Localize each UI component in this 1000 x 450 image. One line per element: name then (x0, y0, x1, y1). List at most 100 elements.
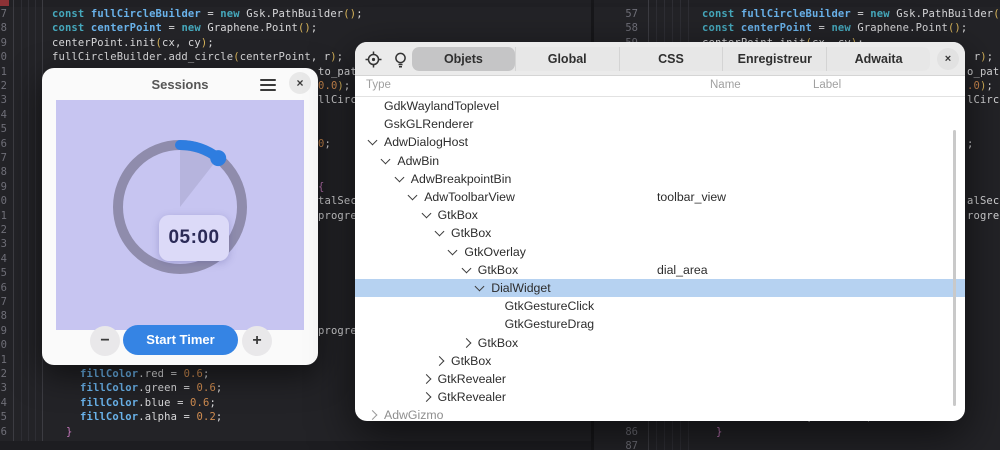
left-line-numbers: 5758596061626364656667686970717273747576… (0, 0, 10, 450)
tree-row-gtkrevealer[interactable]: GtkRevealer (355, 370, 965, 388)
line-number: 75 (0, 267, 7, 279)
tree-row-dialwidget[interactable]: DialWidget (355, 279, 965, 297)
line-number: 83 (0, 382, 7, 394)
code-line: talSec (318, 195, 357, 208)
timer-dial-area[interactable]: 05:00 (56, 100, 304, 330)
scrollbar-thumb[interactable] (953, 130, 956, 406)
code-line: progre (318, 325, 357, 338)
tab-css[interactable]: CSS (619, 47, 723, 71)
tree-row-gtkgesturedrag[interactable]: GtkGestureDrag (355, 315, 965, 333)
menu-icon[interactable] (260, 79, 276, 91)
code-line: { (318, 181, 324, 194)
tree-row-gtkrevealer[interactable]: GtkRevealer (355, 388, 965, 406)
widget-type-label: GtkRevealer (438, 390, 506, 404)
lightbulb-icon[interactable] (392, 51, 409, 68)
gutter-separator (13, 0, 14, 450)
tab-objets[interactable]: Objets (412, 47, 515, 71)
pick-widget-icon[interactable] (365, 51, 382, 68)
widget-type-label: GskGLRenderer (384, 117, 474, 131)
tab-adwaita[interactable]: Adwaita (826, 47, 930, 71)
line-number: 60 (0, 51, 7, 63)
widget-type-label: GtkGestureDrag (505, 317, 595, 331)
line-number: 69 (0, 181, 7, 193)
chevron-down-icon[interactable] (381, 154, 391, 164)
drag-knob (210, 150, 226, 166)
tree-row-adwbin[interactable]: AdwBin (355, 152, 965, 170)
line-number: 85 (0, 411, 7, 423)
chevron-down-icon[interactable] (461, 263, 471, 273)
widget-name-label: toolbar_view (657, 190, 726, 204)
tree-row-gtkbox[interactable]: GtkBox (355, 352, 965, 370)
close-icon[interactable]: × (289, 72, 311, 94)
chevron-right-icon[interactable] (435, 356, 445, 366)
tree-row-gtkgestureclick[interactable]: GtkGestureClick (355, 297, 965, 315)
tree-row-gtkoverlay[interactable]: GtkOverlay (355, 243, 965, 261)
sessions-window: Sessions × 05:00 − Start Timer + (42, 68, 318, 365)
line-number: 76 (0, 282, 7, 294)
chevron-down-icon[interactable] (394, 172, 404, 182)
tree-row-gtkbox[interactable]: GtkBox (355, 206, 965, 224)
code-line: centerPoint.init(cx, cy); (52, 37, 214, 50)
line-number: 59 (0, 37, 7, 49)
chevron-down-icon[interactable] (408, 191, 418, 201)
time-display: 05:00 (159, 215, 229, 261)
tree-row-adwdialoghost[interactable]: AdwDialogHost (355, 133, 965, 151)
code-line: fillColor.alpha = 0.2; (80, 411, 222, 424)
chevron-right-icon[interactable] (421, 392, 431, 402)
line-number: 66 (0, 138, 7, 150)
line-number: 65 (0, 123, 7, 135)
chevron-down-icon[interactable] (448, 245, 458, 255)
tree-row-gdkwaylandtoplevel[interactable]: GdkWaylandToplevel (355, 97, 965, 115)
start-timer-button[interactable]: Start Timer (123, 325, 238, 355)
tree-row-gtkbox[interactable]: GtkBox (355, 334, 965, 352)
chevron-right-icon[interactable] (421, 374, 431, 384)
inspector-header: ObjetsGlobalCSSEnregistreurAdwaita × (355, 42, 965, 76)
widget-type-label: GtkBox (438, 208, 478, 222)
code-line: } (716, 426, 722, 439)
chevron-right-icon[interactable] (461, 338, 471, 348)
chevron-right-icon[interactable] (368, 411, 378, 421)
line-number: 67 (0, 152, 7, 164)
widget-type-label: GtkBox (478, 263, 518, 277)
chevron-down-icon[interactable] (435, 227, 445, 237)
code-line: fullCircleBuilder.add_circle(centerPoint… (52, 51, 343, 64)
widget-type-label: AdwBreakpointBin (411, 172, 511, 186)
tree-row-gtkbox[interactable]: GtkBoxdial_area (355, 261, 965, 279)
code-line: alSec (967, 195, 999, 208)
code-line: progre (318, 210, 357, 223)
code-line: llCirc (318, 94, 357, 107)
line-number: 86 (600, 426, 638, 438)
tree-row-adwtoolbarview[interactable]: AdwToolbarViewtoolbar_view (355, 188, 965, 206)
line-number: 57 (0, 8, 7, 20)
tree-row-adwbreakpointbin[interactable]: AdwBreakpointBin (355, 170, 965, 188)
code-line: ; (967, 138, 973, 151)
line-number: 80 (0, 339, 7, 351)
indent-guide (28, 0, 29, 450)
line-number: 58 (0, 22, 7, 34)
chevron-down-icon[interactable] (475, 282, 485, 292)
tab-enregistreur[interactable]: Enregistreur (722, 47, 826, 71)
column-name: Name (710, 79, 741, 91)
code-line: const centerPoint = new Graphene.Point()… (52, 22, 317, 35)
code-line: const fullCircleBuilder = new Gsk.PathBu… (702, 8, 1000, 21)
inspector-tabbar: ObjetsGlobalCSSEnregistreurAdwaita (412, 47, 930, 71)
line-number: 73 (0, 238, 7, 250)
tab-global[interactable]: Global (515, 47, 619, 71)
line-number: 87 (600, 440, 638, 450)
decrease-button[interactable]: − (90, 326, 120, 356)
close-icon[interactable]: × (937, 48, 959, 70)
chevron-down-icon[interactable] (421, 209, 431, 219)
gtk-inspector-window: ObjetsGlobalCSSEnregistreurAdwaita × Typ… (355, 42, 965, 421)
line-number: 62 (0, 80, 7, 92)
tree-row-gtkbox[interactable]: GtkBox (355, 224, 965, 242)
tree-row-adwgizmo[interactable]: AdwGizmo (355, 406, 965, 421)
line-number: 81 (0, 354, 7, 366)
code-line: o_pat (967, 66, 999, 79)
increase-button[interactable]: + (242, 326, 272, 356)
widget-type-label: GtkBox (451, 354, 491, 368)
widget-type-label: GtkOverlay (464, 245, 526, 259)
widget-tree: GdkWaylandToplevel GskGLRenderer AdwDialog… (355, 97, 965, 421)
tree-row-gskglrenderer[interactable]: GskGLRenderer (355, 115, 965, 133)
chevron-down-icon[interactable] (368, 136, 378, 146)
code-line: lCirc (967, 94, 999, 107)
